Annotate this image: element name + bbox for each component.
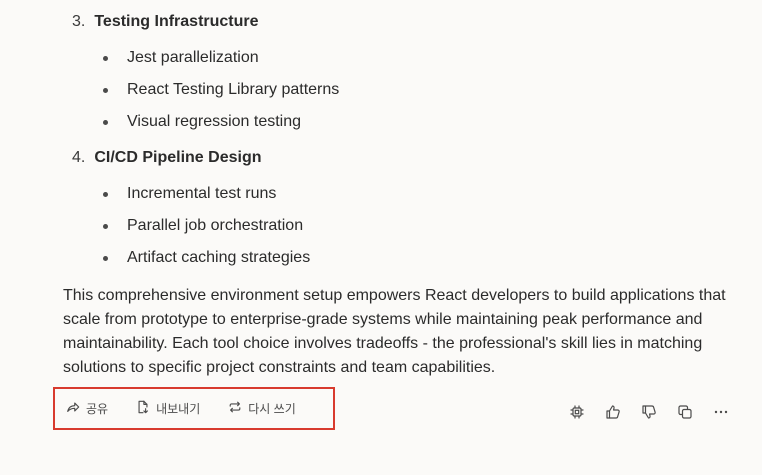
- list-item-text: Jest parallelization: [127, 49, 259, 66]
- thumbs-up-icon[interactable]: [604, 403, 622, 421]
- bullet-dot: [103, 191, 108, 197]
- list-item: Parallel job orchestration: [103, 217, 303, 235]
- list-item-text: React Testing Library patterns: [127, 81, 340, 98]
- thumbs-down-icon[interactable]: [640, 403, 658, 421]
- list-item: Artifact caching strategies: [103, 249, 310, 267]
- copy-icon[interactable]: [676, 403, 694, 421]
- section-number: 3.: [72, 13, 86, 30]
- section-heading: 3. Testing Infrastructure: [72, 13, 259, 31]
- list-item: Jest parallelization: [103, 49, 259, 67]
- list-item-text: Artifact caching strategies: [127, 249, 311, 266]
- section-heading: 4. CI/CD Pipeline Design: [72, 149, 261, 167]
- list-item-text: Parallel job orchestration: [127, 217, 304, 234]
- list-item-text: Visual regression testing: [127, 113, 302, 130]
- bullet-dot: [103, 87, 108, 93]
- more-icon[interactable]: [712, 403, 730, 421]
- list-item: Incremental test runs: [103, 185, 276, 203]
- share-icon: [66, 400, 80, 417]
- share-label: 공유: [86, 402, 109, 416]
- section-title: Testing Infrastructure: [94, 13, 259, 30]
- export-icon: [136, 400, 150, 417]
- bullet-dot: [103, 255, 108, 261]
- list-item: Visual regression testing: [103, 113, 301, 131]
- share-button[interactable]: 공유: [66, 400, 108, 417]
- section-number: 4.: [72, 149, 86, 166]
- summary-paragraph: This comprehensive environment setup emp…: [63, 287, 726, 376]
- response-action-bar: 공유 내보내기 다시 쓰기: [53, 387, 335, 430]
- rewrite-button[interactable]: 다시 쓰기: [228, 400, 296, 417]
- bullet-dot: [103, 55, 108, 61]
- list-item: React Testing Library patterns: [103, 81, 339, 99]
- bullet-dot: [103, 119, 108, 125]
- feedback-actions: [568, 403, 730, 421]
- export-label: 내보내기: [156, 402, 201, 416]
- chip-icon[interactable]: [568, 403, 586, 421]
- chat-response: 3. Testing Infrastructure Jest paralleli…: [0, 0, 762, 475]
- section-title: CI/CD Pipeline Design: [94, 149, 262, 166]
- bullet-dot: [103, 223, 108, 229]
- rewrite-label: 다시 쓰기: [248, 402, 296, 416]
- rewrite-icon: [228, 400, 242, 417]
- export-button[interactable]: 내보내기: [136, 400, 200, 417]
- list-item-text: Incremental test runs: [127, 185, 277, 202]
